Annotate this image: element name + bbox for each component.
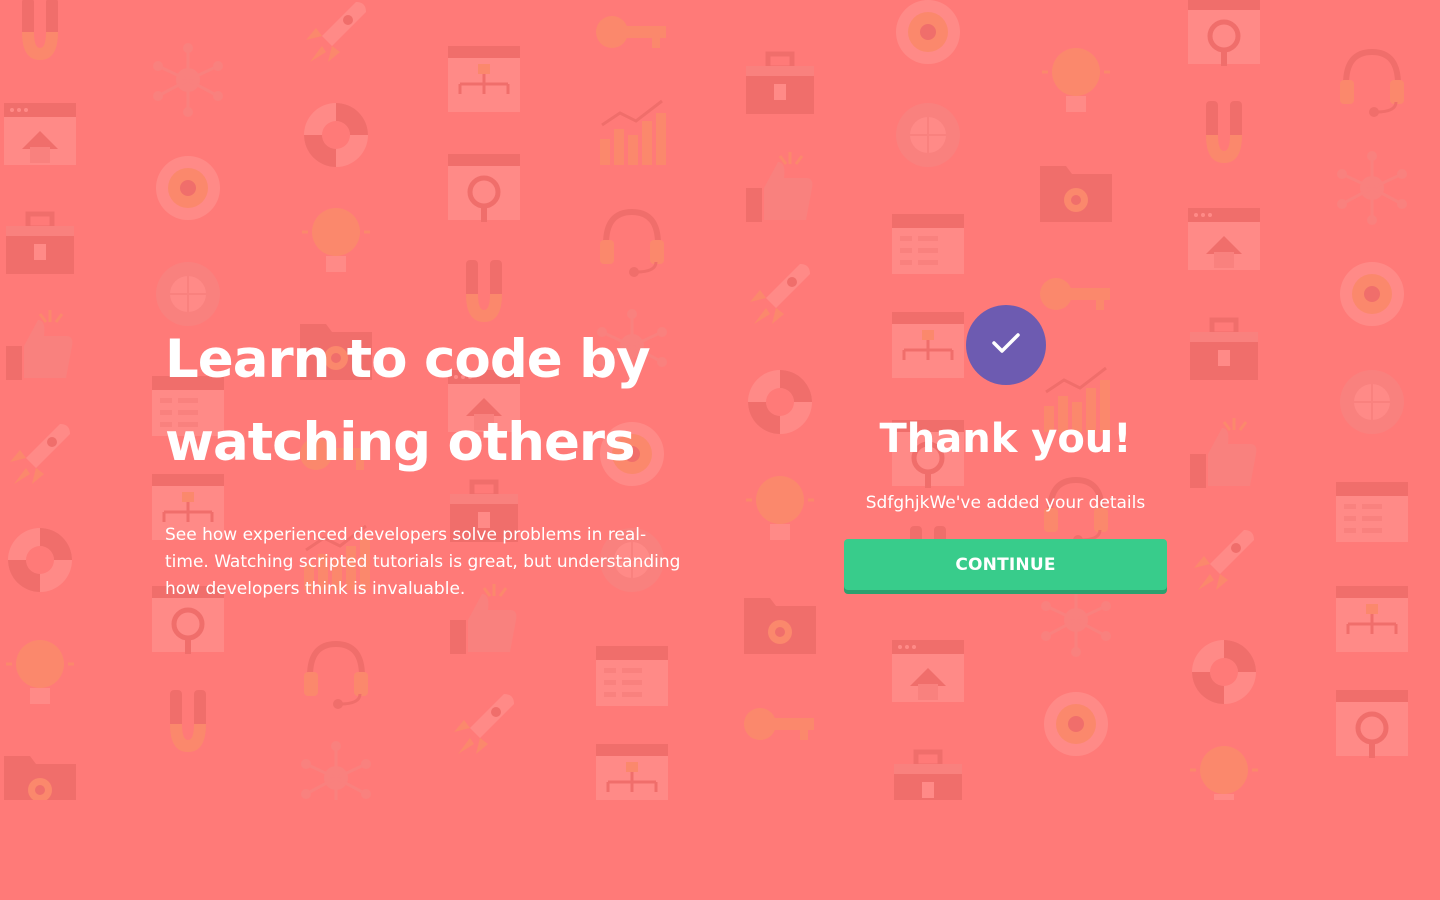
calendar-icon: [1332, 468, 1412, 548]
target-icon: [148, 148, 228, 228]
lightbulb-icon: [1184, 738, 1264, 800]
sitemap-icon: [1332, 580, 1412, 660]
magnet-icon: [148, 684, 228, 764]
key-icon: [592, 0, 672, 72]
rocket-icon: [1184, 520, 1264, 600]
calendar-icon: [888, 200, 968, 280]
search-page-icon: [444, 148, 524, 228]
lifebuoy-icon: [1184, 632, 1264, 712]
network-icon: [1036, 580, 1116, 660]
lightbulb-icon: [740, 468, 820, 548]
headset-icon: [296, 632, 376, 712]
check-badge: [965, 305, 1046, 385]
sitemap-icon: [592, 738, 672, 800]
target-icon: [1332, 254, 1412, 334]
search-page-icon: [1332, 684, 1412, 764]
target-icon: [888, 0, 968, 72]
toolbox-icon: [0, 200, 80, 280]
thank-you-title: Thank you!: [879, 416, 1132, 462]
sitemap-icon: [444, 40, 524, 120]
toolbox-icon: [740, 40, 820, 120]
hero-section: Learn to code by watching others See how…: [165, 318, 685, 603]
browser-home-icon: [888, 632, 968, 712]
lifebuoy-icon: [296, 95, 376, 175]
rocket-icon: [740, 254, 820, 334]
network-icon: [296, 738, 376, 800]
bar-chart-icon: [592, 95, 672, 175]
lightbulb-icon: [1036, 40, 1116, 120]
network-icon: [1332, 148, 1412, 228]
rocket-icon: [296, 0, 376, 72]
thumbs-up-icon: [740, 148, 820, 228]
headset-icon: [1332, 40, 1412, 120]
search-page-icon: [1184, 0, 1264, 72]
lifebuoy-icon: [740, 362, 820, 442]
browser-home-icon: [1184, 200, 1264, 280]
lightbulb-icon: [0, 632, 80, 712]
lightbulb-icon: [296, 200, 376, 280]
magnet-icon: [0, 0, 80, 72]
toolbox-icon: [888, 738, 968, 800]
headset-icon: [592, 200, 672, 280]
folder-gear-icon: [0, 738, 80, 800]
confirmation-message: SdfghjkWe've added your details: [865, 493, 1146, 513]
magnet-icon: [1184, 95, 1264, 175]
thumbs-up-icon: [1184, 414, 1264, 494]
globe-gear-icon: [888, 95, 968, 175]
folder-gear-icon: [1036, 148, 1116, 228]
toolbox-icon: [1184, 306, 1264, 386]
page: Learn to code by watching others See how…: [0, 0, 1440, 900]
network-icon: [148, 40, 228, 120]
target-icon: [1036, 684, 1116, 764]
globe-gear-icon: [1332, 362, 1412, 442]
rocket-icon: [0, 414, 80, 494]
check-icon: [991, 331, 1021, 359]
calendar-icon: [592, 632, 672, 712]
browser-home-icon: [0, 95, 80, 175]
hero-title: Learn to code by watching others: [165, 318, 685, 484]
thumbs-up-icon: [0, 306, 80, 386]
confirmation-panel: Thank you! SdfghjkWe've added your detai…: [844, 305, 1167, 590]
hero-title-line-1: Learn to code by: [165, 329, 651, 390]
hero-subtitle: See how experienced developers solve pro…: [165, 525, 681, 599]
hero-title-line-2: watching others: [165, 412, 636, 473]
rocket-icon: [444, 684, 524, 764]
lifebuoy-icon: [0, 520, 80, 600]
continue-button[interactable]: CONTINUE: [844, 539, 1167, 590]
folder-gear-icon: [740, 580, 820, 660]
key-icon: [740, 684, 820, 764]
